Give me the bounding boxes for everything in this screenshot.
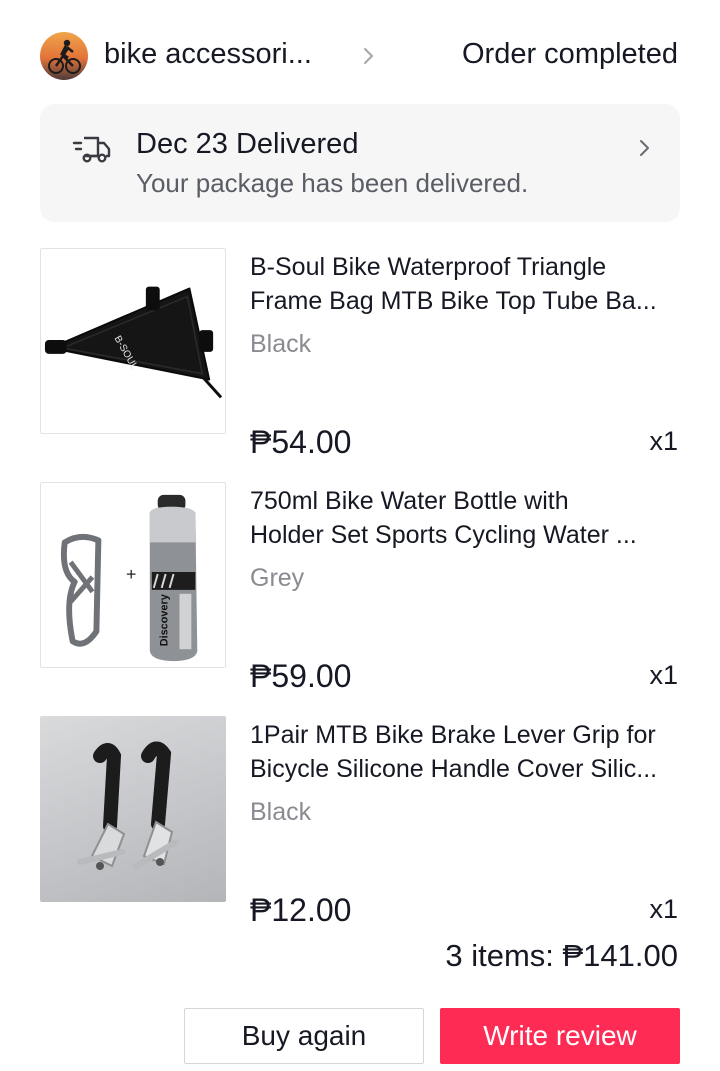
chevron-right-icon xyxy=(640,140,649,156)
order-item[interactable]: + Discovery 750ml Bike Water Bottle with… xyxy=(0,482,720,712)
delivery-subtitle: Your package has been delivered. xyxy=(136,168,529,198)
product-image-frame-bag[interactable]: B-SOUL xyxy=(40,248,226,434)
delivery-status-card[interactable]: Dec 23 Delivered Your package has been d… xyxy=(40,104,680,222)
product-image-brake-grip[interactable] xyxy=(40,716,226,902)
cyclist-avatar-icon xyxy=(40,32,88,80)
item-variant: Black xyxy=(250,798,312,826)
item-title-line: Holder Set Sports Cycling Water ... xyxy=(250,521,637,549)
shop-avatar[interactable] xyxy=(40,32,88,80)
item-title-line: Frame Bag MTB Bike Top Tube Ba... xyxy=(250,287,657,315)
frame-bag-image: B-SOUL xyxy=(41,249,225,433)
order-status: Order completed xyxy=(462,38,678,70)
item-price: ₱54.00 xyxy=(250,424,352,460)
water-bottle-image: + Discovery xyxy=(41,483,225,667)
item-title-line: 750ml Bike Water Bottle with xyxy=(250,487,569,515)
shop-name[interactable]: bike accessori... xyxy=(104,38,312,71)
item-variant: Black xyxy=(250,330,312,358)
delivery-truck-icon xyxy=(72,136,111,163)
item-title-line: B-Soul Bike Waterproof Triangle xyxy=(250,253,607,281)
write-review-button[interactable]: Write review xyxy=(440,1008,680,1064)
item-title-line: Bicycle Silicone Handle Cover Silic... xyxy=(250,755,658,783)
brand-label: Discovery xyxy=(159,594,171,646)
chevron-right-icon[interactable] xyxy=(356,44,380,68)
item-quantity: x1 xyxy=(649,660,678,690)
delivery-title: Dec 23 Delivered xyxy=(136,128,359,160)
order-item[interactable]: B-SOUL B-Soul Bike Waterproof Triangle F… xyxy=(0,248,720,478)
item-price: ₱59.00 xyxy=(250,658,352,694)
order-header: bike accessori... Order completed xyxy=(0,0,720,112)
svg-text:+: + xyxy=(126,564,136,584)
order-item[interactable]: 1Pair MTB Bike Brake Lever Grip for Bicy… xyxy=(0,716,720,946)
item-title[interactable]: 750ml Bike Water Bottle with Holder Set … xyxy=(250,484,690,552)
item-quantity: x1 xyxy=(649,426,678,456)
item-quantity: x1 xyxy=(649,894,678,924)
buy-again-button[interactable]: Buy again xyxy=(184,1008,424,1064)
item-price: ₱12.00 xyxy=(250,892,352,928)
item-title-line: 1Pair MTB Bike Brake Lever Grip for xyxy=(250,721,656,749)
item-title[interactable]: 1Pair MTB Bike Brake Lever Grip for Bicy… xyxy=(250,718,690,786)
item-variant: Grey xyxy=(250,564,305,592)
order-total: 3 items: ₱141.00 xyxy=(445,938,678,973)
brake-lever-grip-image xyxy=(77,741,179,870)
product-image-water-bottle[interactable]: + Discovery xyxy=(40,482,226,668)
item-title[interactable]: B-Soul Bike Waterproof Triangle Frame Ba… xyxy=(250,250,690,318)
